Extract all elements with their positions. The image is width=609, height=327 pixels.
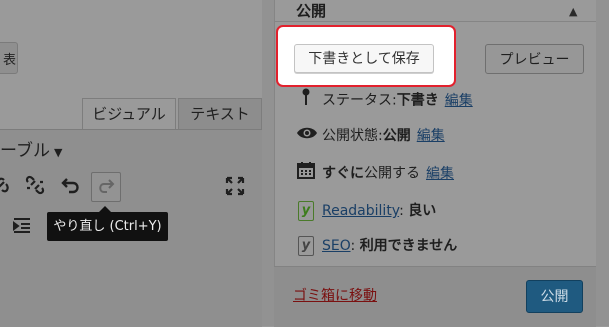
readability-link[interactable]: Readability bbox=[322, 203, 399, 219]
yoast-readability-icon: y bbox=[298, 201, 314, 221]
format-select[interactable]: ーブル ▼ bbox=[0, 136, 62, 161]
panel-edge bbox=[596, 0, 609, 326]
schedule-strong: すぐに bbox=[322, 165, 364, 182]
fullscreen-icon[interactable] bbox=[225, 176, 245, 200]
tab-visual[interactable]: ビジュアル bbox=[82, 98, 176, 130]
indent-icon[interactable] bbox=[12, 216, 32, 238]
visibility-label: 公開状態: bbox=[322, 128, 383, 144]
link-icon[interactable] bbox=[0, 174, 12, 200]
visibility-value: 公開 bbox=[382, 128, 411, 144]
column-divider bbox=[262, 0, 274, 326]
unlink-icon[interactable] bbox=[24, 174, 46, 200]
eye-icon bbox=[296, 125, 317, 147]
publish-box-divider bbox=[274, 21, 596, 22]
seo-value: 利用できません bbox=[359, 238, 458, 254]
readability-row: y Readability: 良い bbox=[296, 200, 436, 222]
yoast-seo-icon: y bbox=[298, 236, 314, 256]
status-value: 下書き bbox=[396, 92, 439, 109]
editor-top-area bbox=[0, 0, 262, 96]
redo-icon bbox=[99, 179, 115, 193]
format-select-value: ーブル bbox=[0, 141, 50, 161]
visibility-edit-link[interactable]: 編集 bbox=[417, 128, 445, 144]
editor-top-button[interactable]: 表 bbox=[0, 42, 18, 74]
calendar-icon bbox=[296, 161, 316, 186]
move-to-trash-link[interactable]: ゴミ箱に移動 bbox=[293, 285, 377, 305]
pin-icon bbox=[296, 88, 316, 113]
publish-box-title: 公開 bbox=[296, 2, 327, 20]
save-draft-button[interactable]: 下書きとして保存 bbox=[294, 44, 434, 73]
seo-row: y SEO: 利用できません bbox=[296, 235, 457, 257]
schedule-label: 公開する bbox=[364, 165, 420, 182]
publish-button[interactable]: 公開 bbox=[526, 280, 583, 313]
readability-value: 良い bbox=[408, 203, 437, 219]
visibility-row: 公開状態:公開 編集 bbox=[296, 125, 445, 147]
schedule-row: すぐに公開する 編集 bbox=[296, 161, 454, 183]
status-row: ステータス:下書き 編集 bbox=[296, 88, 473, 110]
undo-icon[interactable] bbox=[60, 175, 82, 199]
status-label: ステータス: bbox=[322, 92, 397, 109]
redo-button[interactable] bbox=[91, 172, 121, 202]
seo-link[interactable]: SEO bbox=[322, 238, 351, 254]
collapse-arrow-icon[interactable]: ▲ bbox=[569, 5, 577, 18]
editor-top-button-label: 表 bbox=[3, 53, 17, 68]
preview-button[interactable]: プレビュー bbox=[485, 44, 584, 74]
redo-tooltip: やり直し (Ctrl+Y) bbox=[47, 212, 168, 241]
status-edit-link[interactable]: 編集 bbox=[445, 93, 473, 109]
tab-text[interactable]: テキスト bbox=[178, 98, 262, 130]
chevron-down-icon: ▼ bbox=[53, 146, 63, 159]
schedule-edit-link[interactable]: 編集 bbox=[426, 166, 454, 182]
